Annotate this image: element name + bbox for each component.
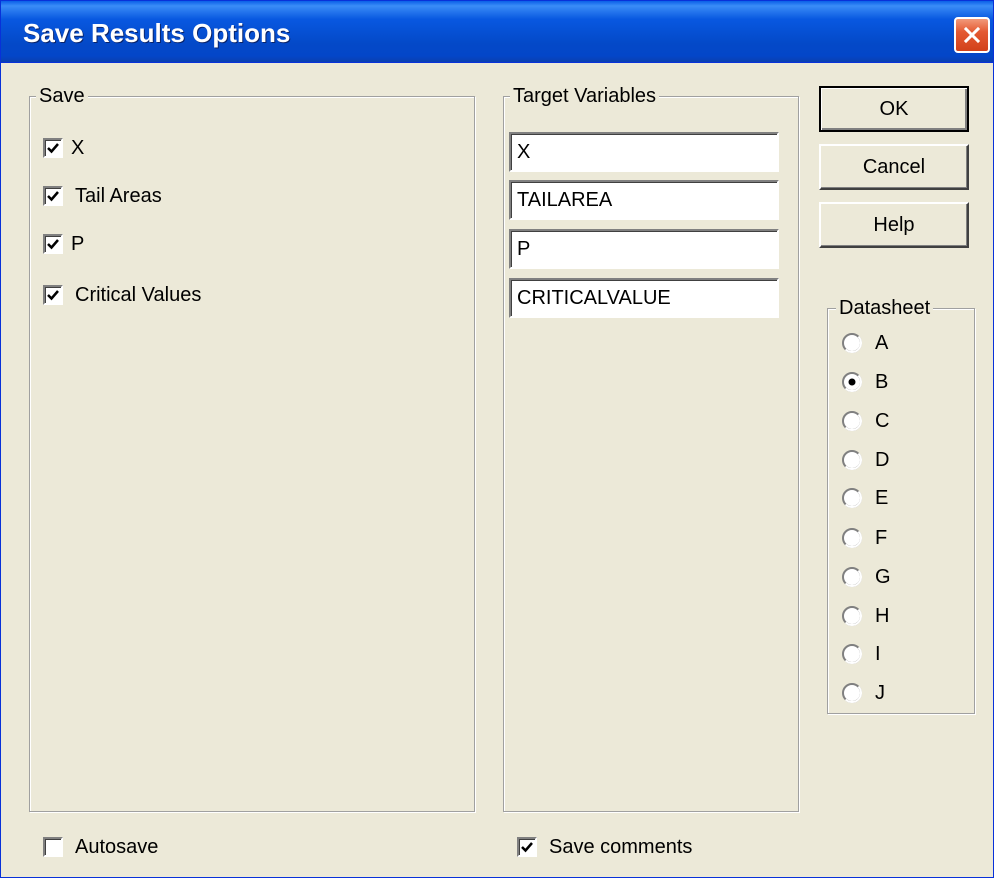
save-comments-checkbox[interactable]: Save comments <box>517 835 692 859</box>
datasheet-option-label: I <box>875 643 881 665</box>
checkbox[interactable] <box>43 186 63 206</box>
target-tailarea-field[interactable] <box>509 180 779 220</box>
target-x-field[interactable] <box>509 132 779 172</box>
datasheet-option-i[interactable]: I <box>841 642 881 666</box>
autosave-label: Autosave <box>75 836 159 858</box>
checkbox[interactable] <box>43 234 63 254</box>
datasheet-option-h[interactable]: H <box>841 604 889 628</box>
datasheet-option-b[interactable]: B <box>841 370 888 394</box>
datasheet-option-a[interactable]: A <box>841 331 888 355</box>
datasheet-option-label: B <box>875 371 889 393</box>
target-p-field[interactable] <box>509 229 779 269</box>
datasheet-option-label: J <box>875 682 885 704</box>
checkmark-icon <box>47 191 59 202</box>
autosave-checkbox[interactable]: Autosave <box>43 835 158 859</box>
save-tail-areas-label: Tail Areas <box>75 185 162 207</box>
ok-button[interactable]: OK <box>819 86 969 132</box>
save-group-label: Save <box>36 84 88 108</box>
datasheet-label: Datasheet <box>836 296 934 320</box>
radio-button-icon[interactable] <box>841 605 863 627</box>
datasheet-option-c[interactable]: C <box>841 409 889 433</box>
datasheet-option-g[interactable]: G <box>841 565 891 589</box>
save-x-checkbox[interactable]: X <box>43 136 84 160</box>
datasheet-option-label: G <box>875 566 891 588</box>
datasheet-option-j[interactable]: J <box>841 681 885 705</box>
save-tail-areas-checkbox[interactable]: Tail Areas <box>43 184 162 208</box>
close-icon <box>963 26 981 44</box>
datasheet-option-e[interactable]: E <box>841 486 888 510</box>
datasheet-option-f[interactable]: F <box>841 526 887 550</box>
dialog-window: Save Results Options Save X Tail Areas P… <box>0 0 994 878</box>
radio-button-icon[interactable] <box>841 643 863 665</box>
save-critical-values-checkbox[interactable]: Critical Values <box>43 283 201 307</box>
save-p-checkbox[interactable]: P <box>43 232 84 256</box>
radio-button-icon[interactable] <box>841 332 863 354</box>
datasheet-option-label: A <box>875 332 889 354</box>
save-x-label: X <box>71 137 85 159</box>
checkbox[interactable] <box>43 285 63 305</box>
radio-selected-dot <box>848 378 856 386</box>
window-title: Save Results Options <box>23 18 291 48</box>
checkbox[interactable] <box>43 138 63 158</box>
datasheet-option-d[interactable]: D <box>841 448 889 472</box>
title-bar[interactable]: Save Results Options <box>1 1 993 63</box>
radio-button-icon[interactable] <box>841 527 863 549</box>
radio-button-icon[interactable] <box>841 410 863 432</box>
save-comments-label: Save comments <box>549 836 693 858</box>
radio-button-icon[interactable] <box>841 682 863 704</box>
datasheet-option-label: E <box>875 487 889 509</box>
checkmark-icon <box>521 842 533 853</box>
checkbox[interactable] <box>43 837 63 857</box>
checkmark-icon <box>47 290 59 301</box>
radio-button-icon[interactable] <box>841 371 863 393</box>
datasheet-option-label: H <box>875 605 890 627</box>
checkmark-icon <box>47 143 59 154</box>
datasheet-option-label: F <box>875 527 888 549</box>
checkbox[interactable] <box>517 837 537 857</box>
datasheet-option-label: D <box>875 449 890 471</box>
save-p-label: P <box>71 233 85 255</box>
close-button[interactable] <box>954 17 990 53</box>
target-variables-label: Target Variables <box>510 84 660 108</box>
radio-button-icon[interactable] <box>841 566 863 588</box>
target-criticalvalue-field[interactable] <box>509 278 779 318</box>
datasheet-option-label: C <box>875 410 890 432</box>
cancel-button[interactable]: Cancel <box>819 144 969 190</box>
save-critical-values-label: Critical Values <box>75 284 202 306</box>
checkmark-icon <box>47 239 59 250</box>
radio-button-icon[interactable] <box>841 487 863 509</box>
radio-button-icon[interactable] <box>841 449 863 471</box>
help-button[interactable]: Help <box>819 202 969 248</box>
